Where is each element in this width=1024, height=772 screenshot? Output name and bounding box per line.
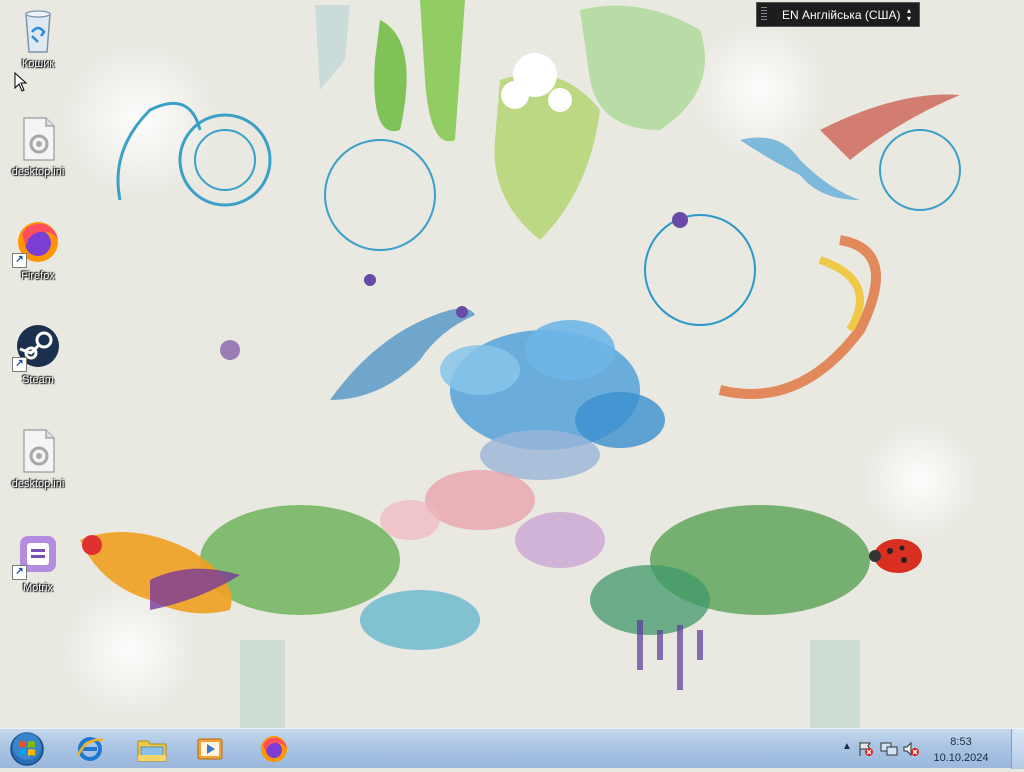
settings-file-icon (14, 426, 62, 474)
taskbar-firefox[interactable] (246, 731, 302, 767)
motrix-icon: ↗ (12, 530, 62, 580)
taskbar: ▲ 8:53 10.10.2024 (0, 728, 1024, 769)
taskbar-media-player[interactable] (182, 731, 238, 767)
internet-explorer-icon (76, 737, 104, 761)
desktop-icon-desktop-ini-2[interactable]: desktop.ini (0, 426, 76, 490)
shortcut-arrow-icon: ↗ (12, 253, 27, 268)
windows-start-icon (10, 732, 44, 766)
desktop-icon-label: desktop.ini (11, 166, 65, 178)
desktop-icon-label: desktop.ini (11, 478, 65, 490)
start-button[interactable] (8, 731, 46, 767)
desktop-icon-desktop-ini[interactable]: desktop.ini (0, 114, 76, 178)
volume-muted-icon[interactable] (902, 741, 920, 757)
clock-time: 8:53 (950, 736, 972, 748)
language-bar-grip[interactable] (761, 7, 767, 22)
steam-icon: ↗ (12, 322, 62, 372)
action-center-icon[interactable] (858, 741, 876, 757)
media-player-icon (197, 738, 223, 760)
wallpaper-image (0, 0, 1024, 728)
settings-file-icon (14, 114, 62, 162)
taskbar-windows-explorer[interactable] (124, 731, 180, 767)
desktop-icon-label: Firefox (21, 270, 55, 282)
desktop-icon-label: Steam (22, 374, 54, 386)
shortcut-arrow-icon: ↗ (12, 357, 27, 372)
desktop-icon-firefox[interactable]: ↗ Firefox (0, 218, 76, 282)
recycle-bin-icon (14, 6, 62, 54)
desktop-icon-recycle-bin[interactable]: Кошик (0, 6, 76, 70)
show-hidden-icons-button[interactable]: ▲ (842, 741, 852, 752)
desktop[interactable]: Кошик desktop.ini ↗ Firefox ↗ Steam desk… (0, 0, 1024, 728)
mouse-cursor-icon (14, 72, 28, 92)
firefox-icon: ↗ (12, 218, 62, 268)
clock-date: 10.10.2024 (933, 752, 989, 764)
language-indicator[interactable]: EN Англійська (США) (772, 8, 903, 22)
folder-icon (137, 740, 167, 762)
clock[interactable]: 8:53 10.10.2024 (928, 734, 994, 766)
language-bar-options-icon[interactable]: ▴ ▾ (903, 6, 915, 23)
shortcut-arrow-icon: ↗ (12, 565, 27, 580)
firefox-icon (261, 736, 287, 762)
desktop-icon-label: Кошик (21, 58, 55, 70)
language-bar[interactable]: EN Англійська (США) ▴ ▾ (756, 2, 920, 27)
network-icon[interactable] (880, 741, 898, 757)
desktop-icon-steam[interactable]: ↗ Steam (0, 322, 76, 386)
taskbar-internet-explorer[interactable] (62, 731, 118, 767)
desktop-icon-label: Motrix (23, 582, 53, 594)
notification-area: ▲ 8:53 10.10.2024 (834, 729, 1024, 769)
show-desktop-button[interactable] (1011, 729, 1024, 769)
desktop-icon-motrix[interactable]: ↗ Motrix (0, 530, 76, 594)
